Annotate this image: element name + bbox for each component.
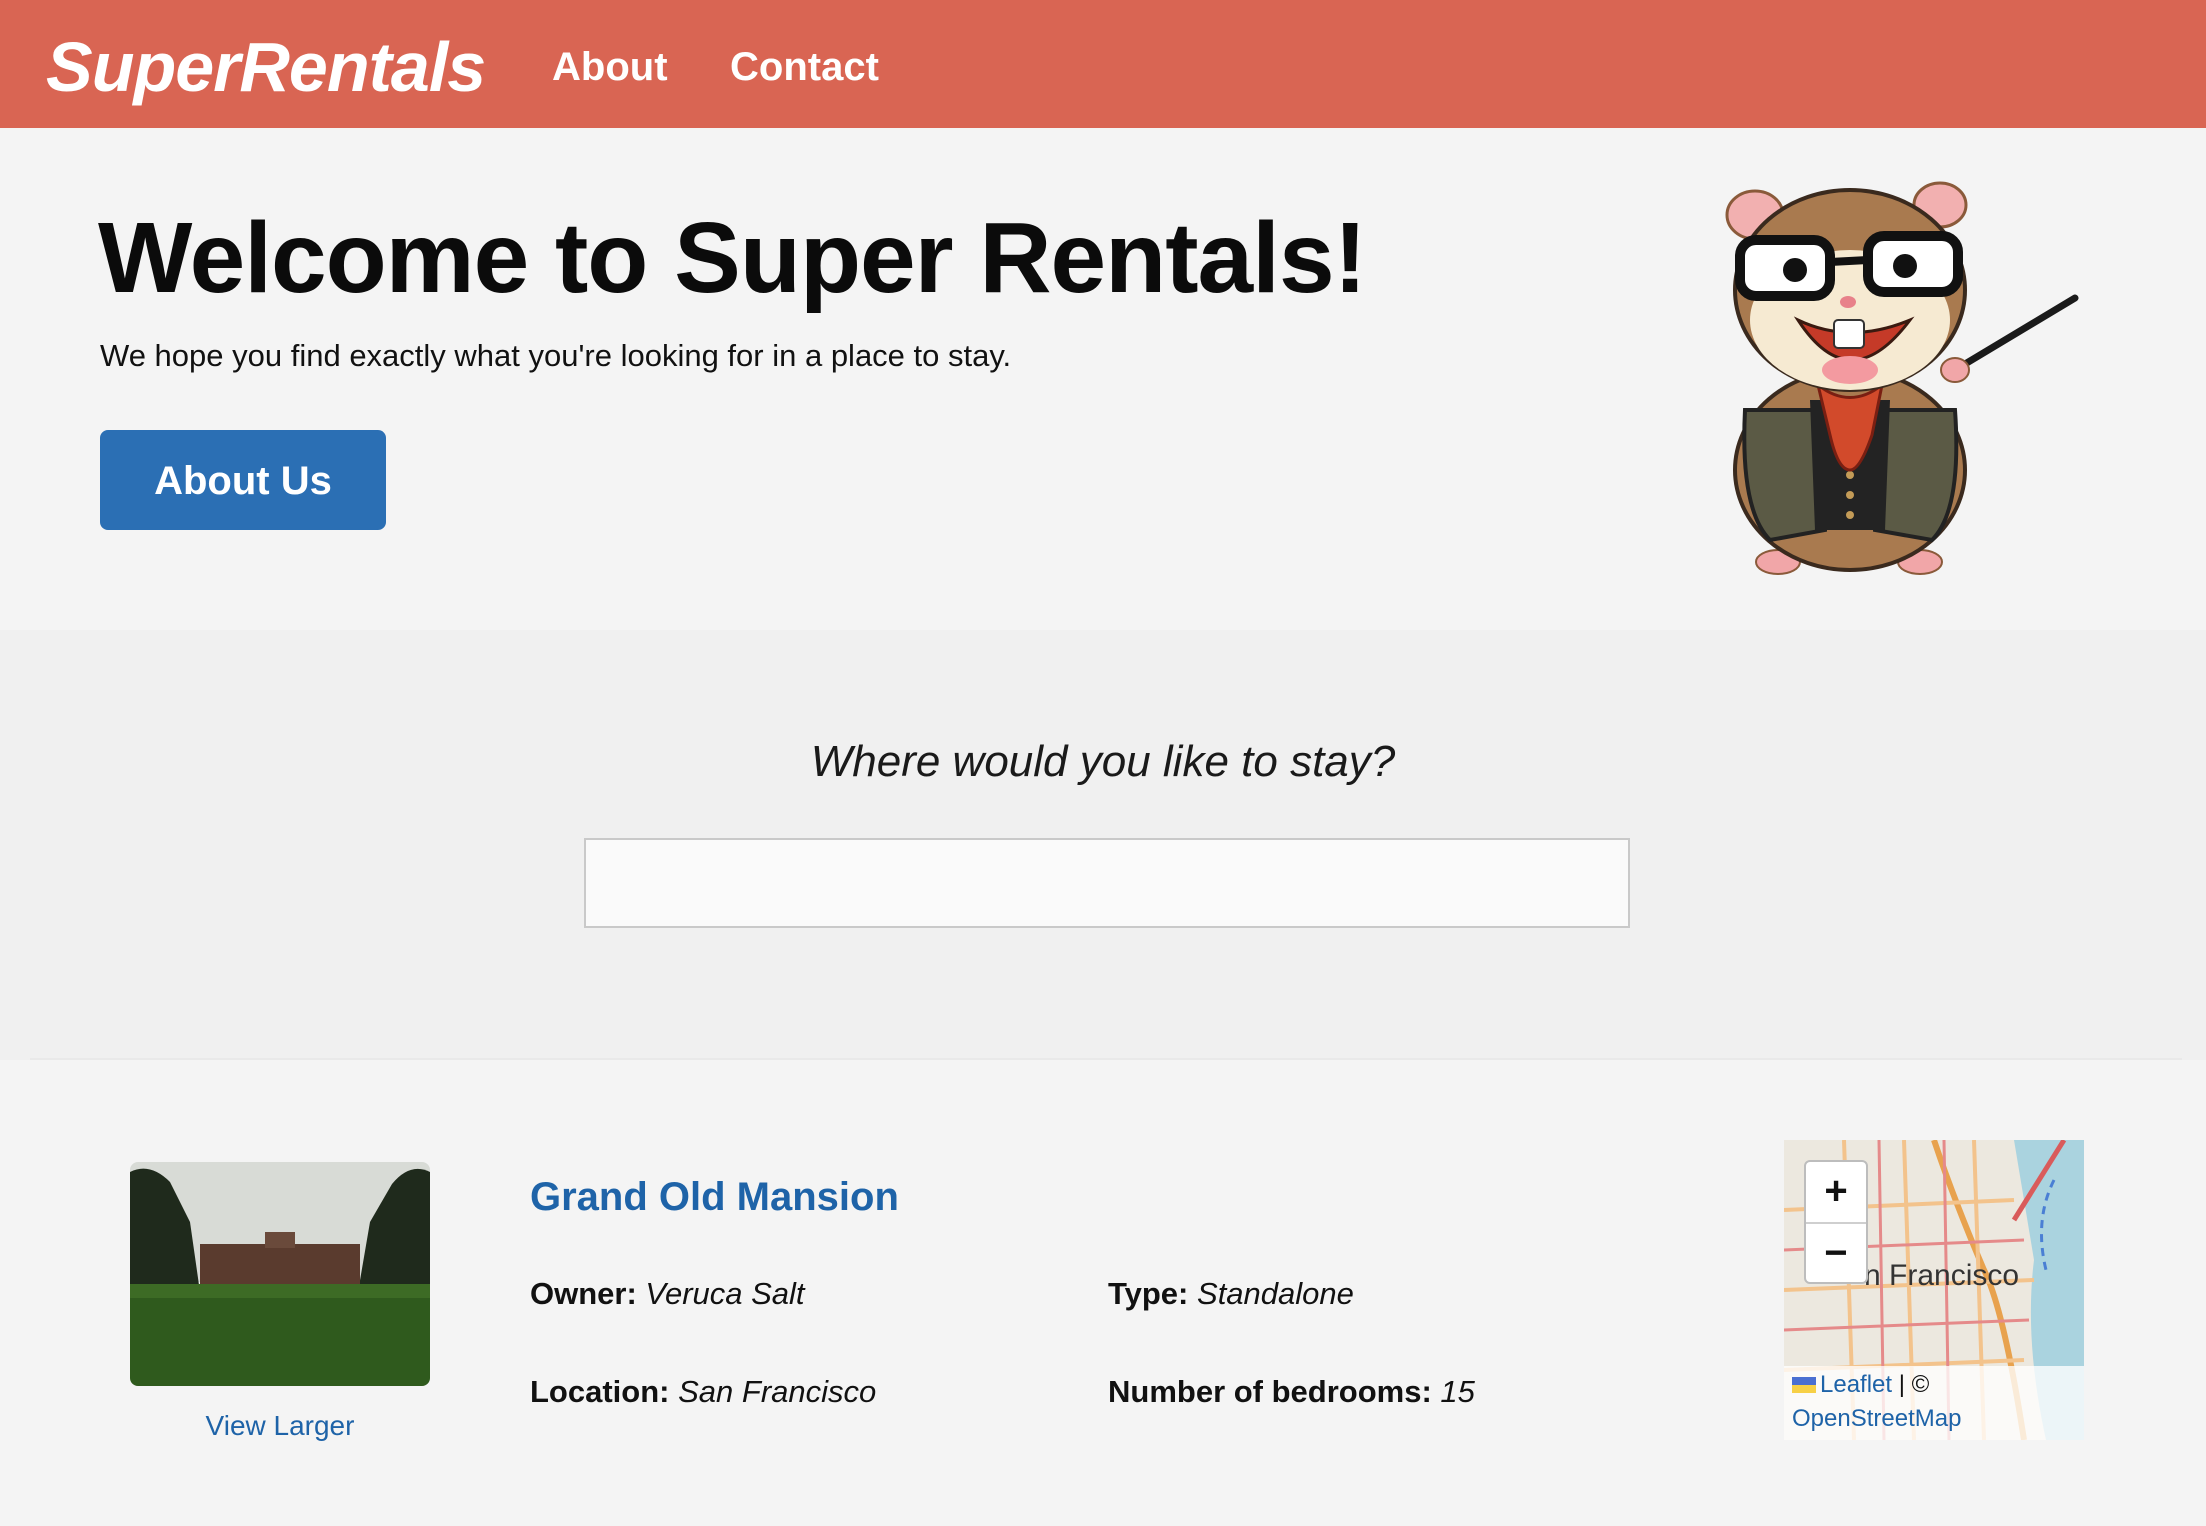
mascot-hand	[1940, 357, 1970, 383]
mascot-tongue	[1822, 356, 1878, 384]
photo-mansion	[200, 1244, 360, 1290]
photo-lawn	[130, 1284, 430, 1386]
bedrooms-value: 15	[1440, 1374, 1475, 1409]
rental-owner: Owner: Veruca Salt	[530, 1274, 805, 1314]
bedrooms-label: Number of bedrooms:	[1108, 1374, 1432, 1409]
rental-location: Location: San Francisco	[530, 1372, 876, 1412]
glasses-bridge	[1829, 256, 1869, 266]
location-value: San Francisco	[678, 1374, 877, 1409]
zoom-out-button[interactable]: −	[1806, 1224, 1866, 1284]
search-input[interactable]	[584, 838, 1630, 928]
rental-title-link[interactable]: Grand Old Mansion	[530, 1172, 899, 1222]
search-section: Where would you like to stay?	[0, 630, 2206, 1060]
type-label: Type:	[1108, 1276, 1189, 1311]
about-us-button[interactable]: About Us	[100, 430, 386, 530]
brand-logo-link[interactable]: SuperRentals	[46, 22, 486, 112]
rental-card: View Larger Grand Old Mansion Owner: Ver…	[30, 1058, 2182, 1526]
nav-link-about[interactable]: About	[552, 42, 668, 92]
ukraine-flag-icon	[1792, 1377, 1816, 1393]
pointer-stick	[1951, 294, 2079, 374]
rental-image[interactable]	[130, 1162, 430, 1386]
nav-link-contact[interactable]: Contact	[730, 42, 879, 92]
owner-value: Veruca Salt	[645, 1276, 805, 1311]
page-subtitle: We hope you find exactly what you're loo…	[100, 338, 1012, 373]
mansion-photo	[130, 1162, 430, 1386]
map-place-label: n Francisco	[1864, 1259, 2020, 1292]
search-prompt: Where would you like to stay?	[810, 737, 1396, 786]
photo-mansion-tower	[265, 1232, 295, 1248]
vest-button	[1846, 471, 1854, 479]
rental-map[interactable]: n Francisco + − Leaflet | © OpenStreetMa…	[1784, 1140, 2084, 1440]
top-navigation-bar: SuperRentals About Contact	[0, 0, 2206, 128]
mascot-right-eye	[1893, 254, 1917, 278]
owner-label: Owner:	[530, 1276, 637, 1311]
tomster-mascot-icon	[1725, 181, 2079, 575]
view-larger-link[interactable]: View Larger	[130, 1408, 430, 1444]
mascot-teeth	[1833, 319, 1865, 349]
mascot-left-eye	[1783, 258, 1807, 282]
vest-button	[1846, 511, 1854, 519]
leaflet-link[interactable]: Leaflet	[1820, 1371, 1892, 1398]
photo-lawn-edge	[130, 1284, 430, 1298]
vest-button	[1846, 491, 1854, 499]
attribution-separator: | ©	[1892, 1371, 1930, 1398]
rental-type: Type: Standalone	[1108, 1274, 1354, 1314]
page-title: Welcome to Super Rentals!	[98, 202, 1367, 314]
type-value: Standalone	[1197, 1276, 1354, 1311]
map-zoom-control: + −	[1804, 1160, 1868, 1284]
map-attribution: Leaflet | © OpenStreetMap	[1784, 1366, 2084, 1440]
zoom-in-button[interactable]: +	[1806, 1162, 1866, 1224]
location-label: Location:	[530, 1374, 670, 1409]
rental-bedrooms: Number of bedrooms: 15	[1108, 1372, 1475, 1412]
openstreetmap-link[interactable]: OpenStreetMap	[1792, 1405, 1961, 1432]
mascot-nose	[1840, 296, 1856, 308]
